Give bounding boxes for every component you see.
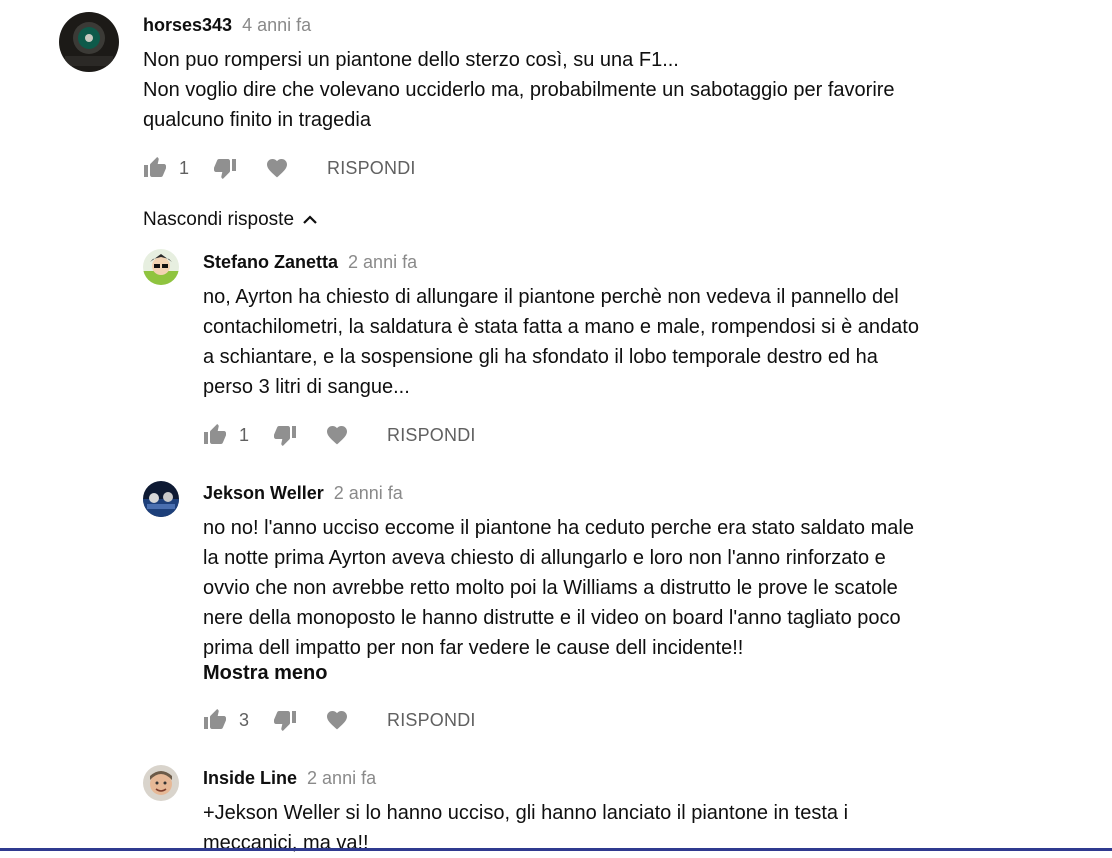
comment-line: ovvio che non avrebbe retto molto poi la… (203, 577, 898, 599)
comment-text: no no! l'anno ucciso eccome il piantone … (203, 513, 914, 663)
avatar[interactable] (143, 249, 179, 285)
comment-line: nere della monoposto le hanno distrutte … (203, 607, 901, 629)
like-count: 1 (239, 424, 250, 445)
comment-text: no, Ayrton ha chiesto di allungare il pi… (203, 282, 919, 402)
comment-actions: 1 RISPONDI (143, 153, 416, 183)
toggle-label: Nascondi risposte (143, 209, 295, 230)
avatar[interactable] (59, 12, 119, 72)
chevron-up-icon (302, 212, 318, 228)
timestamp[interactable]: 2 anni fa (307, 768, 376, 788)
author-name[interactable]: Inside Line (203, 768, 297, 788)
comment-line: meccanici, ma va!! (203, 832, 369, 854)
comment-header: Inside Line 2 anni fa (203, 768, 376, 789)
thumb-down-icon[interactable] (273, 423, 297, 447)
comment-actions: 3 RISPONDI (203, 705, 476, 735)
heart-icon[interactable] (325, 423, 349, 447)
reply-button[interactable]: RISPONDI (327, 158, 416, 179)
author-name[interactable]: Stefano Zanetta (203, 252, 338, 272)
comment-text: Non puo rompersi un piantone dello sterz… (143, 45, 895, 135)
timestamp[interactable]: 2 anni fa (334, 483, 403, 503)
thumb-down-icon[interactable] (273, 708, 297, 732)
hide-replies-toggle[interactable]: Nascondi risposte (143, 209, 318, 231)
comment-header: horses343 4 anni fa (143, 15, 311, 36)
comment-line: no no! l'anno ucciso eccome il piantone … (203, 517, 914, 539)
comment-line: Non voglio dire che volevano ucciderlo m… (143, 79, 895, 101)
thumb-up-icon[interactable] (203, 708, 227, 732)
like-count: 3 (239, 709, 250, 730)
author-name[interactable]: Jekson Weller (203, 483, 324, 503)
heart-icon[interactable] (325, 708, 349, 732)
avatar[interactable] (143, 481, 179, 517)
reply-button[interactable]: RISPONDI (387, 425, 476, 446)
comment-line: Non puo rompersi un piantone dello sterz… (143, 49, 679, 71)
comment-actions: 1 RISPONDI (203, 420, 476, 450)
thumb-up-icon[interactable] (143, 156, 167, 180)
reply-button[interactable]: RISPONDI (387, 710, 476, 731)
comment-header: Jekson Weller 2 anni fa (203, 483, 403, 504)
comment-line: contachilometri, la saldatura è stata fa… (203, 316, 919, 338)
show-less-link[interactable]: Mostra meno (203, 662, 327, 685)
like-count: 1 (179, 157, 190, 178)
comment-line: +Jekson Weller si lo hanno ucciso, gli h… (203, 802, 849, 824)
heart-icon[interactable] (265, 156, 289, 180)
comment-line: a schiantare, e la sospensione gli ha sf… (203, 346, 878, 368)
comment-line: prima dell impatto per non far vedere le… (203, 637, 744, 659)
timestamp[interactable]: 4 anni fa (242, 15, 311, 35)
comment-line: perso 3 litri di sangue... (203, 376, 410, 398)
comment-line: la notte prima Ayrton aveva chiesto di a… (203, 547, 886, 569)
bottom-border (0, 848, 1112, 851)
avatar[interactable] (143, 765, 179, 801)
comment-line: qualcuno finito in tragedia (143, 109, 371, 131)
timestamp[interactable]: 2 anni fa (348, 252, 417, 272)
thumb-up-icon[interactable] (203, 423, 227, 447)
comment-line: no, Ayrton ha chiesto di allungare il pi… (203, 286, 899, 308)
thumb-down-icon[interactable] (213, 156, 237, 180)
comment-header: Stefano Zanetta 2 anni fa (203, 252, 417, 273)
author-name[interactable]: horses343 (143, 15, 232, 35)
